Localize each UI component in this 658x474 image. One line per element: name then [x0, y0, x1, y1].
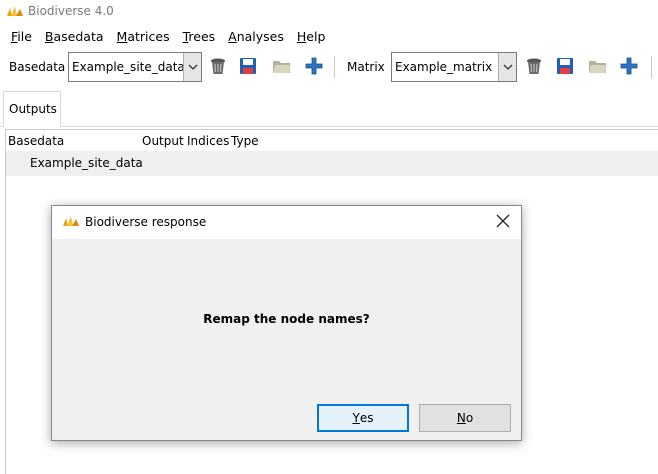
biodiverse-logo-icon	[63, 216, 79, 226]
toolbar-separator	[651, 56, 652, 78]
menu-file[interactable]: File	[11, 29, 32, 44]
table-row[interactable]: Example_site_data	[6, 151, 658, 176]
basedata-combo-value: Example_site_data	[72, 60, 185, 74]
menu-analyses[interactable]: Analyses	[228, 29, 284, 44]
column-header-type[interactable]: Type	[231, 134, 259, 148]
row-basedata-cell: Example_site_data	[30, 156, 143, 170]
yes-button[interactable]: Yes	[317, 404, 409, 432]
menu-help[interactable]: Help	[297, 29, 326, 44]
toolbar: Basedata Example_site_data Matrix Exampl…	[0, 50, 658, 84]
chevron-down-icon[interactable]	[498, 53, 516, 81]
menu-trees[interactable]: Trees	[183, 29, 216, 44]
dialog-message: Remap the node names?	[203, 312, 370, 326]
save-icon[interactable]	[238, 56, 258, 76]
matrix-combo[interactable]: Example_matrix	[391, 52, 517, 82]
dialog-title-bar: Biodiverse response	[52, 206, 521, 239]
open-folder-icon[interactable]	[272, 56, 292, 76]
toolbar-separator	[334, 56, 335, 78]
matrix-label: Matrix	[347, 60, 385, 74]
column-header-basedata[interactable]: Basedata	[8, 134, 64, 148]
basedata-label: Basedata	[9, 60, 66, 74]
close-icon[interactable]	[495, 213, 511, 229]
no-button[interactable]: No	[419, 404, 511, 432]
menu-bar: File Basedata Matrices Trees Analyses He…	[0, 26, 658, 46]
title-bar: Biodiverse 4.0	[0, 0, 658, 24]
delete-icon[interactable]	[208, 56, 228, 76]
menu-matrices[interactable]: Matrices	[117, 29, 170, 44]
save-icon[interactable]	[555, 56, 575, 76]
window-title: Biodiverse 4.0	[28, 4, 114, 18]
tab-bar: Outputs	[0, 89, 658, 127]
dialog-title: Biodiverse response	[85, 215, 207, 229]
add-icon[interactable]	[304, 56, 324, 76]
biodiverse-logo-icon	[7, 6, 23, 16]
basedata-combo[interactable]: Example_site_data	[68, 52, 202, 82]
chevron-down-icon[interactable]	[183, 53, 201, 81]
add-icon[interactable]	[619, 56, 639, 76]
column-header-indices[interactable]: Indices	[187, 134, 229, 148]
delete-icon[interactable]	[524, 56, 544, 76]
open-folder-icon[interactable]	[588, 56, 608, 76]
tab-outputs-label: Outputs	[9, 102, 57, 116]
column-header-output[interactable]: Output	[142, 134, 184, 148]
response-dialog: Biodiverse response Remap the node names…	[51, 205, 522, 441]
tab-outputs[interactable]: Outputs	[3, 91, 61, 127]
menu-basedata[interactable]: Basedata	[45, 29, 104, 44]
matrix-combo-value: Example_matrix	[395, 60, 493, 74]
